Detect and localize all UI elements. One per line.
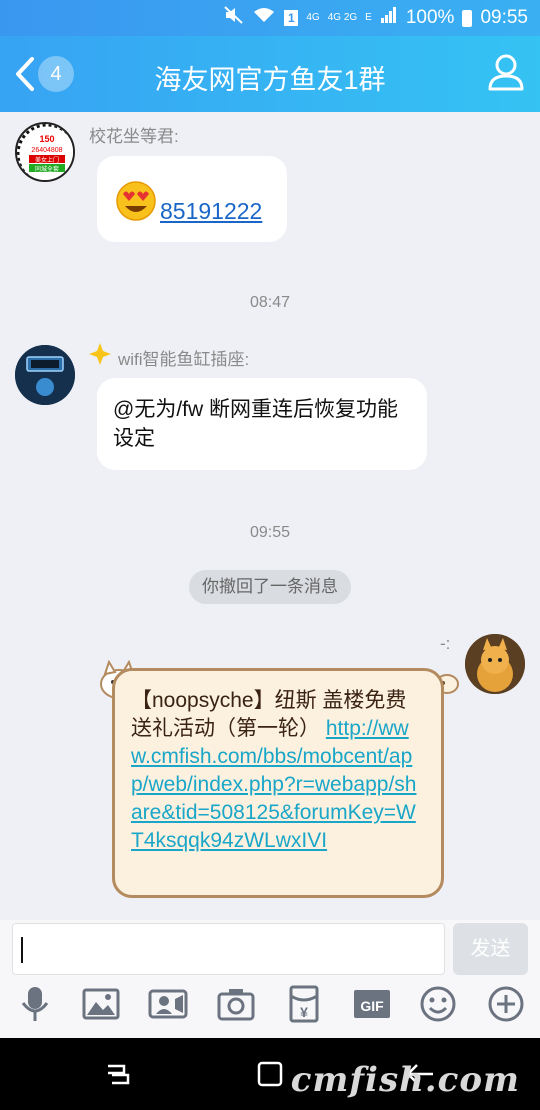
timestamp: 08:47 xyxy=(249,294,291,311)
sender-name: wifi智能鱼缸插座: xyxy=(118,350,250,369)
home-icon xyxy=(257,1061,283,1087)
avatar[interactable] xyxy=(465,634,525,694)
title-bar: 4 海友网官方鱼友1群 xyxy=(0,36,540,112)
video-call-icon[interactable] xyxy=(148,984,188,1024)
page-title: 海友网官方鱼友1群 xyxy=(154,65,386,95)
wifi-icon xyxy=(252,6,276,30)
user-icon xyxy=(488,54,524,91)
svg-text:150: 150 xyxy=(39,134,54,144)
svg-text:26404808: 26404808 xyxy=(31,147,62,154)
sender-name: -: xyxy=(440,634,451,653)
sender-name: 校花坐等君: xyxy=(89,127,179,146)
input-bar: 发送 ¥ GIF xyxy=(0,920,540,1038)
timestamp: 09:55 xyxy=(249,524,291,541)
chat-area[interactable]: 150 26404808 美女上门 同城全套 校花坐等君: 85191222 0… xyxy=(0,112,540,920)
message-card[interactable]: 【noopsyche】纽斯 盖楼免费送礼活动（第一轮） http://www.c… xyxy=(112,668,444,898)
navigation-bar: cmfish.com xyxy=(0,1038,540,1110)
status-bar: 1 4G 4G 2G E 100% 09:55 xyxy=(0,0,540,36)
signal-icon xyxy=(380,6,398,30)
status-icons: 1 4G 4G 2G E 100% 09:55 xyxy=(224,6,528,30)
sparkle-icon xyxy=(88,342,112,371)
send-button[interactable]: 发送 xyxy=(453,923,528,975)
text-caret xyxy=(21,937,23,963)
microphone-icon[interactable] xyxy=(15,984,55,1024)
battery-percent: 100% xyxy=(405,7,455,28)
emoji-icon[interactable] xyxy=(418,984,458,1024)
svg-text:GIF: GIF xyxy=(360,998,384,1014)
network-4g: 4G xyxy=(306,12,320,23)
network-e: E xyxy=(365,12,372,23)
gif-icon[interactable]: GIF xyxy=(352,984,392,1024)
message-link[interactable]: 85191222 xyxy=(160,198,262,225)
red-packet-icon[interactable]: ¥ xyxy=(284,984,324,1024)
recent-apps-button[interactable] xyxy=(104,1060,132,1093)
recents-icon xyxy=(108,1064,130,1085)
svg-text:美女上门: 美女上门 xyxy=(35,156,59,164)
group-members-button[interactable] xyxy=(486,52,526,92)
message-bubble[interactable]: @无为/fw 断网重连后恢复功能设定 xyxy=(97,378,427,470)
message-input[interactable] xyxy=(12,923,445,975)
svg-text:同城全套: 同城全套 xyxy=(35,165,59,173)
kitten-image xyxy=(465,634,525,694)
toolbar: ¥ GIF xyxy=(0,984,540,1034)
message-text: @无为/fw 断网重连后恢复功能设定 xyxy=(113,398,398,450)
message-bubble[interactable]: 85191222 xyxy=(97,156,287,242)
aquarium-socket-image xyxy=(15,345,75,405)
network-4g2g: 4G 2G xyxy=(327,12,358,23)
battery-icon xyxy=(462,9,473,27)
clock: 09:55 xyxy=(480,7,528,28)
plus-icon[interactable] xyxy=(486,984,526,1024)
avatar[interactable] xyxy=(15,345,75,405)
svg-text:¥: ¥ xyxy=(300,1004,308,1020)
home-button[interactable] xyxy=(256,1060,284,1093)
image-icon[interactable] xyxy=(81,984,121,1024)
heart-eyes-emoji-icon xyxy=(115,180,157,227)
card-text: 【noopsyche】纽斯 盖楼免费送礼活动（第一轮） http://www.c… xyxy=(131,687,427,855)
watermark: cmfish.com xyxy=(290,1060,520,1100)
camera-icon[interactable] xyxy=(216,984,256,1024)
avatar[interactable]: 150 26404808 美女上门 同城全套 xyxy=(15,122,75,182)
recall-notice: 你撤回了一条消息 xyxy=(189,570,351,604)
mute-icon xyxy=(224,6,244,30)
sim-index-badge: 1 xyxy=(284,10,299,26)
avatar-badge-image: 150 26404808 美女上门 同城全套 xyxy=(17,124,73,180)
